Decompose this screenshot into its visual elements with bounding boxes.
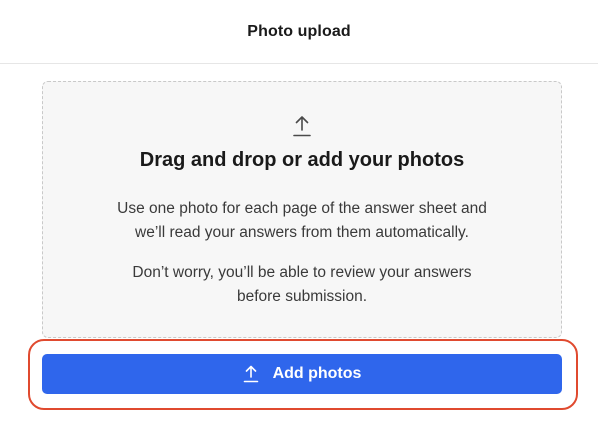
dropzone-title: Drag and drop or add your photos [139, 149, 465, 171]
page-header: Photo upload [0, 0, 598, 64]
dropzone-description-line: Use one photo for each page of the answe… [117, 200, 487, 217]
dropzone-note: Don’t worry, you’ll be able to review yo… [82, 261, 522, 309]
add-photos-button[interactable]: Add photos [42, 354, 562, 394]
dropzone-note-line: before submission. [236, 288, 368, 305]
upload-icon [293, 116, 311, 137]
dropzone-description-line: we’ll read your answers from them automa… [135, 224, 469, 241]
add-photos-label: Add photos [272, 365, 362, 382]
dropzone-note-line: Don’t worry, you’ll be able to review yo… [132, 264, 472, 281]
upload-icon [243, 365, 258, 383]
photo-dropzone[interactable]: Drag and drop or add your photos Use one… [42, 81, 562, 338]
dropzone-description: Use one photo for each page of the answe… [82, 197, 522, 245]
page-title: Photo upload [247, 22, 351, 40]
